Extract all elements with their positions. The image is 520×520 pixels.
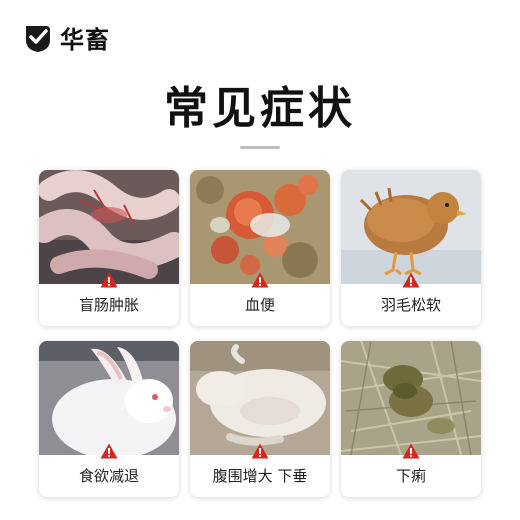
symptom-label: 羽毛松软 [380, 296, 441, 314]
symptom-label: 盲肠肿胀 [78, 296, 139, 314]
symptom-photo [341, 341, 481, 455]
symptom-card-cecum: 盲肠肿胀 [39, 170, 179, 326]
symptom-label: 血便 [244, 296, 275, 314]
page-title: 常见症状 [164, 83, 356, 134]
symptom-photo [39, 341, 179, 455]
symptom-card-bloody-stool: 血便 [190, 170, 330, 326]
symptom-label: 下痢 [395, 467, 426, 485]
brand: 华畜 [22, 20, 110, 55]
symptom-photo [190, 170, 330, 284]
title-divider [240, 146, 280, 149]
symptom-card-ruffled-feathers: 羽毛松软 [341, 170, 481, 326]
check-shield-icon [26, 25, 50, 52]
symptom-card-bloated-abdomen: 腹围增大 下垂 [190, 341, 330, 497]
symptom-card-diarrhea: 下痢 [341, 341, 481, 497]
symptom-photo [190, 341, 330, 455]
symptom-photo [39, 170, 179, 284]
symptom-photo [341, 170, 481, 284]
brand-name: 华畜 [60, 26, 110, 54]
symptom-label: 腹围增大 下垂 [212, 467, 308, 485]
symptom-card-appetite-loss: 食欲减退 [39, 341, 179, 497]
symptom-label: 食欲减退 [78, 467, 139, 485]
